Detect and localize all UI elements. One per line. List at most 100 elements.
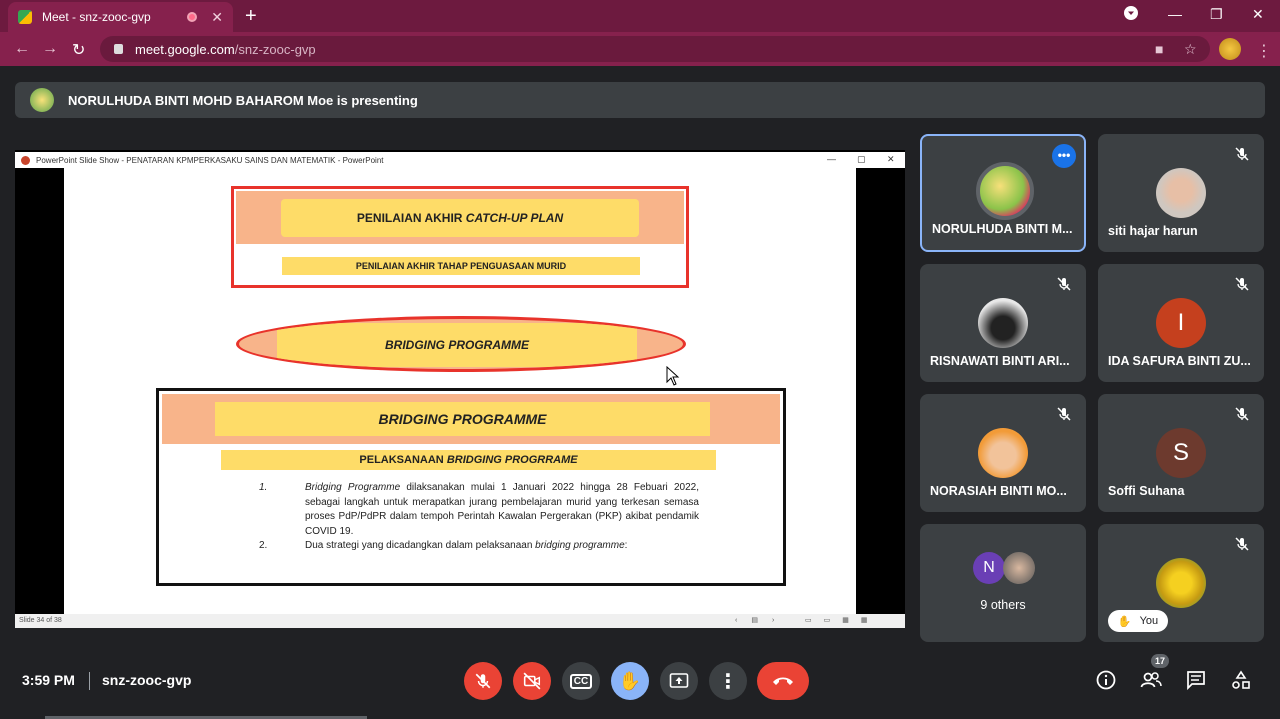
participant-avatar (978, 428, 1028, 478)
you-badge: ✋ You (1108, 610, 1168, 632)
presenting-banner: NORULHUDA BINTI MOHD BAHAROM Moe is pres… (15, 82, 1265, 118)
participant-tile[interactable]: NORASIAH BINTI MO... (920, 394, 1086, 512)
url-field[interactable]: meet.google.com/snz-zooc-gvp (100, 36, 1210, 62)
back-icon[interactable]: ← (14, 40, 30, 58)
participant-tile[interactable]: siti hajar harun (1098, 134, 1264, 252)
participant-tile[interactable]: S Soffi Suhana (1098, 394, 1264, 512)
camera-off-icon (523, 672, 541, 690)
ppt-view-icons: ▭▭▦▦ (805, 617, 880, 624)
present-now-button[interactable] (660, 662, 698, 700)
divider (89, 672, 90, 690)
hand-icon: ✋ (618, 670, 642, 691)
ppt-window-titlebar: PowerPoint Slide Show - PENATARAN KPMPER… (15, 152, 905, 168)
lock-icon (114, 44, 123, 54)
participant-avatar: I (1156, 298, 1206, 348)
ppt-maximize-icon: ▢ (857, 154, 866, 164)
people-count-badge: 17 (1151, 654, 1169, 668)
self-tile[interactable]: ✋ You (1098, 524, 1264, 642)
forward-icon[interactable]: → (42, 40, 58, 58)
others-label: 9 others (980, 598, 1026, 612)
slide: PENILAIAN AKHIR CATCH-UP PLAN PENILAIAN … (64, 168, 856, 614)
close-window-icon[interactable]: ✕ (1252, 6, 1264, 23)
mic-toggle-button[interactable] (464, 662, 502, 700)
reload-icon[interactable]: ↻ (72, 40, 85, 60)
meeting-info-icon[interactable] (1096, 670, 1116, 695)
camera-permission-icon[interactable]: ■ (1155, 41, 1163, 57)
hang-up-icon (773, 677, 793, 685)
catch-up-plan-band: PENILAIAN AKHIR CATCH-UP PLAN (236, 191, 684, 244)
profile-menu-icon[interactable] (1124, 6, 1138, 23)
profile-avatar[interactable] (1219, 38, 1241, 60)
url-path: /snz-zooc-gvp (234, 41, 316, 57)
ppt-nav-icons: ‹▤› (735, 617, 789, 624)
mic-off-icon (475, 673, 491, 689)
mic-off-icon (1234, 276, 1250, 292)
participant-name: NORULHUDA BINTI M... (932, 222, 1073, 236)
url-host: meet.google.com (135, 41, 235, 57)
address-bar: ← → ↻ meet.google.com/snz-zooc-gvp ■ ☆ ⋮ (0, 32, 1280, 66)
ppt-status-bar: Slide 34 of 38 ‹▤› ▭▭▦▦ (15, 614, 905, 628)
catch-up-plan-box: PENILAIAN AKHIR CATCH-UP PLAN PENILAIAN … (231, 186, 689, 288)
bridging-list: 1. Bridging Programme dilaksanakan mulai… (259, 481, 699, 554)
presenter-avatar (30, 88, 54, 112)
close-tab-icon[interactable]: ✕ (211, 9, 223, 26)
slide-counter: Slide 34 of 38 (19, 617, 62, 624)
others-avatar (1003, 552, 1035, 584)
more-options-icon[interactable]: ••• (1052, 144, 1076, 168)
more-options-button[interactable]: ⋮ (709, 662, 747, 700)
list-item: 1. Bridging Programme dilaksanakan mulai… (259, 482, 699, 537)
hand-raised-icon: ✋ (1117, 615, 1132, 628)
meeting-code: snz-zooc-gvp (102, 672, 192, 688)
raise-hand-button[interactable]: ✋ (611, 662, 649, 700)
camera-toggle-button[interactable] (513, 662, 551, 700)
chrome-menu-icon[interactable]: ⋮ (1256, 41, 1272, 61)
browser-titlebar: Meet - snz-zooc-gvp ✕ + — ❐ ✕ (0, 0, 1280, 32)
chat-icon[interactable] (1186, 670, 1206, 695)
powerpoint-icon (21, 155, 30, 165)
catch-up-plan-title: PENILAIAN AKHIR CATCH-UP PLAN (281, 199, 639, 237)
bridging-subtitle: PELAKSANAAN BRIDGING PROGRRAME (221, 450, 716, 470)
mic-off-icon (1056, 276, 1072, 292)
ppt-close-icon: ✕ (887, 154, 895, 164)
bridging-programme-box: BRIDGING PROGRAMME PELAKSANAAN BRIDGING … (156, 388, 786, 586)
minimize-icon[interactable]: — (1168, 6, 1182, 22)
more-vert-icon: ⋮ (718, 670, 738, 693)
clock: 3:59 PM (22, 672, 75, 688)
mic-off-icon (1234, 406, 1250, 422)
participant-tile[interactable]: I IDA SAFURA BINTI ZU... (1098, 264, 1264, 382)
bridging-ellipse-label: BRIDGING PROGRAMME (277, 323, 637, 367)
participant-tile[interactable]: ••• NORULHUDA BINTI M... (920, 134, 1086, 252)
tab-title: Meet - snz-zooc-gvp (42, 10, 151, 24)
present-screen-icon (669, 673, 689, 688)
bridging-band: BRIDGING PROGRAMME (162, 394, 780, 444)
captions-icon: CC (569, 673, 593, 689)
leave-call-button[interactable] (757, 662, 809, 700)
presenting-text: NORULHUDA BINTI MOHD BAHAROM Moe is pres… (68, 92, 418, 108)
activities-icon[interactable] (1231, 670, 1251, 695)
recording-indicator-icon (187, 12, 198, 22)
participant-avatar: S (1156, 428, 1206, 478)
maximize-icon[interactable]: ❐ (1210, 6, 1223, 23)
presentation-stage: PowerPoint Slide Show - PENATARAN KPMPER… (15, 150, 905, 628)
participant-avatar (976, 162, 1034, 220)
list-item: 2. Dua strategi yang dicadangkan dalam p… (259, 540, 628, 551)
others-tile[interactable]: N 9 others (920, 524, 1086, 642)
new-tab-button[interactable]: + (245, 5, 257, 28)
bridging-title: BRIDGING PROGRAMME (215, 402, 710, 436)
participant-name: NORASIAH BINTI MO... (930, 484, 1067, 498)
browser-tab[interactable]: Meet - snz-zooc-gvp ✕ (8, 2, 233, 32)
participant-name: RISNAWATI BINTI ARI... (930, 354, 1070, 368)
bridging-ellipse: BRIDGING PROGRAMME (236, 316, 686, 372)
participant-tile[interactable]: RISNAWATI BINTI ARI... (920, 264, 1086, 382)
meet-favicon-icon (18, 10, 32, 24)
catch-up-plan-subtitle: PENILAIAN AKHIR TAHAP PENGUASAAN MURID (282, 257, 640, 275)
participant-name: siti hajar harun (1108, 224, 1198, 238)
mouse-cursor-icon (666, 366, 680, 386)
bookmark-star-icon[interactable]: ☆ (1184, 41, 1197, 58)
mic-off-icon (1056, 406, 1072, 422)
people-icon[interactable] (1140, 670, 1162, 695)
meeting-controls-bar: 3:59 PM snz-zooc-gvp CC ✋ ⋮ 17 (0, 648, 1280, 719)
participant-avatar (1156, 168, 1206, 218)
participant-name: Soffi Suhana (1108, 484, 1185, 498)
captions-button[interactable]: CC (562, 662, 600, 700)
